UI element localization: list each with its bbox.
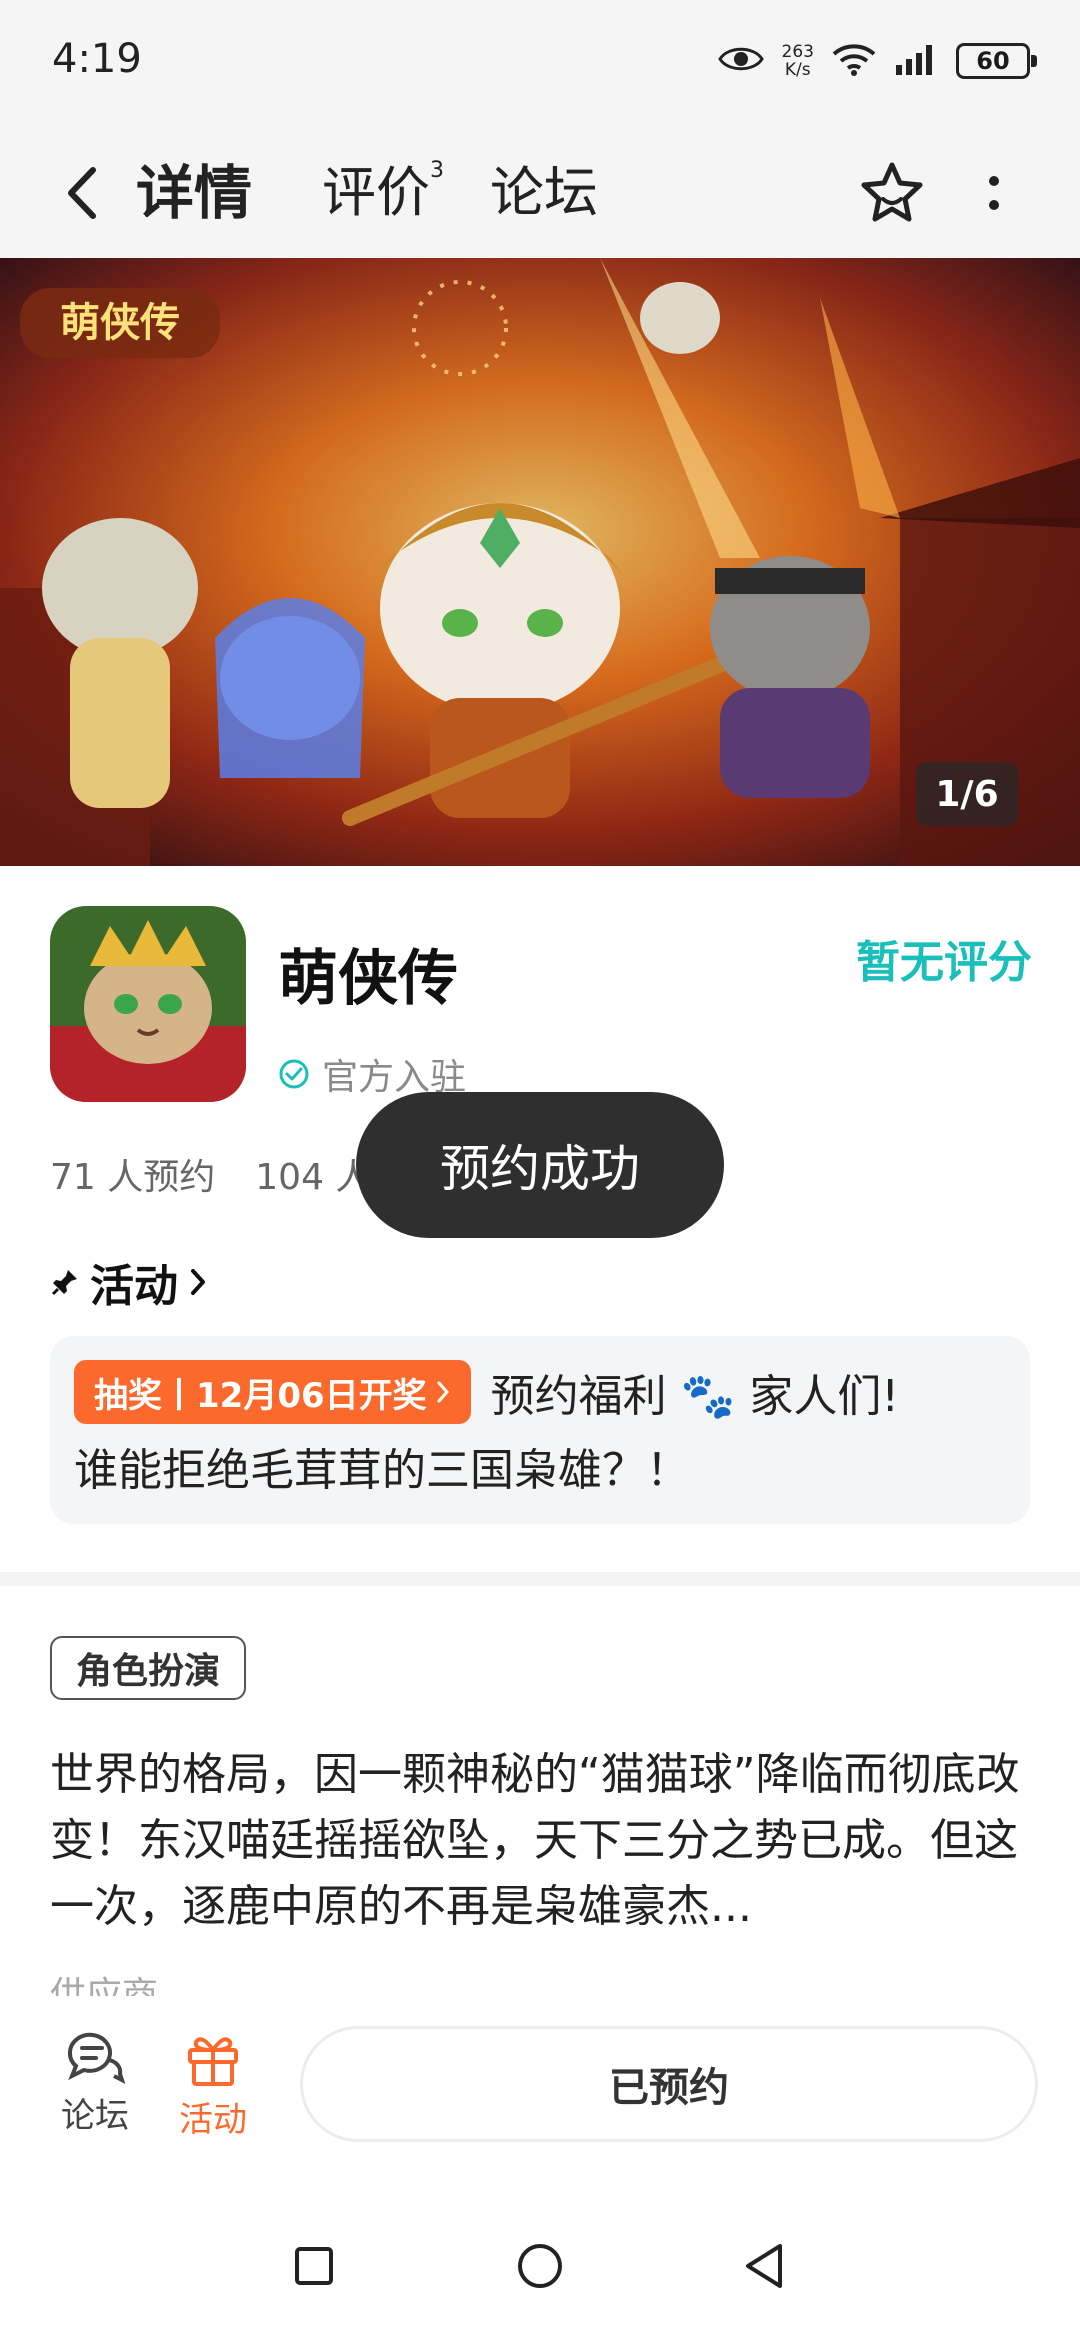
game-description[interactable]: 世界的格局，因一颗神秘的“猫猫球”降临而彻底改变！东汉喵廷摇摇欲坠，天下三分之势…	[50, 1742, 1032, 1940]
check-circle-icon	[279, 1059, 309, 1089]
carousel-counter: 1/6	[916, 762, 1018, 826]
more-options-button[interactable]	[970, 158, 1018, 228]
developer-info-partial: 供应商	[50, 1975, 159, 1996]
screenshot-carousel[interactable]: 萌侠传 1/6	[0, 258, 1080, 866]
activity-card[interactable]: 抽奖丨12月06日开奖 预约福利 🐾 家人们! 谁能拒绝毛茸茸的三国枭雄？！	[50, 1336, 1030, 1524]
square-icon	[295, 2247, 333, 2285]
chevron-left-icon	[68, 167, 96, 219]
tab-reviews[interactable]: 评价 3	[322, 148, 444, 238]
app-icon[interactable]	[50, 906, 246, 1102]
pin-icon	[51, 1270, 77, 1296]
review-count-badge: 3	[430, 158, 444, 183]
back-button[interactable]	[52, 158, 112, 228]
tab-forum[interactable]: 论坛	[490, 148, 598, 238]
triangle-back-icon	[746, 2244, 782, 2288]
net-speed: 263 K/s	[781, 42, 814, 80]
top-nav-bar: 详情 评价 3 论坛	[0, 128, 1080, 258]
banner-logo-text: 萌侠传	[60, 300, 180, 346]
genre-tag[interactable]: 角色扮演	[50, 1636, 247, 1700]
battery-icon: 60	[956, 43, 1037, 79]
tab-detail[interactable]: 详情	[128, 148, 261, 238]
status-bar: 4:19 263 K/s 60	[0, 0, 1080, 128]
favorite-button[interactable]	[852, 148, 932, 238]
gift-icon	[188, 2037, 238, 2086]
star-icon	[861, 162, 923, 222]
eye-icon	[717, 44, 764, 78]
activity-text-line2: 谁能拒绝毛茸茸的三国枭雄？！	[74, 1445, 690, 1496]
signal-icon	[894, 43, 938, 79]
wifi-icon	[832, 42, 876, 80]
toast-message: 预约成功	[356, 1092, 724, 1238]
recent-apps-button[interactable]	[274, 2226, 354, 2306]
bottom-action-bar: 论坛 活动 已预约	[0, 1996, 1080, 2196]
app-stats: 71 人预约 104 人	[50, 1148, 371, 1200]
activity-section-header[interactable]: 活动	[50, 1250, 208, 1314]
home-button[interactable]	[500, 2226, 580, 2306]
status-icons: 263 K/s 60	[717, 36, 1037, 86]
forum-shortcut-button[interactable]: 论坛	[50, 2030, 140, 2137]
chevron-right-icon	[191, 1269, 205, 1295]
follower-count: 104 人	[255, 1157, 372, 1198]
system-nav-bar	[0, 2196, 1080, 2331]
activity-shortcut-button[interactable]: 活动	[168, 2030, 258, 2141]
app-icon-art	[50, 906, 246, 1102]
reservation-count: 71 人预约	[50, 1157, 216, 1198]
activity-text-line1: 预约福利 🐾 家人们!	[490, 1371, 900, 1422]
system-back-button[interactable]	[724, 2226, 804, 2306]
chat-bubble-icon	[67, 2032, 126, 2084]
reserved-button[interactable]: 已预约	[300, 2026, 1038, 2142]
chevron-right-icon	[437, 1381, 449, 1403]
status-time: 4:19	[52, 36, 142, 82]
section-divider	[0, 1572, 1080, 1586]
lottery-badge[interactable]: 抽奖丨12月06日开奖	[74, 1360, 471, 1424]
rating-label: 暂无评分	[856, 937, 1032, 988]
app-title: 萌侠传	[278, 944, 458, 1014]
circle-icon	[518, 2244, 562, 2288]
